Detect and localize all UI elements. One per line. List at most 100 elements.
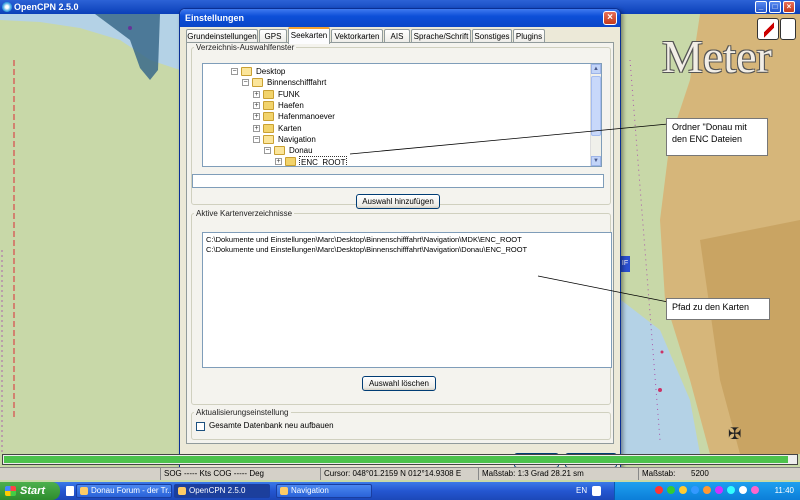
path-annotation: Pfad zu den Karten bbox=[666, 298, 770, 320]
help-icon[interactable] bbox=[592, 486, 601, 496]
dialog-titlebar[interactable]: Einstellungen × bbox=[180, 9, 620, 27]
tray-icon-9[interactable] bbox=[751, 486, 759, 494]
tree-node-label: Binnenschifffahrt bbox=[267, 78, 327, 88]
expand-icon[interactable]: + bbox=[253, 113, 260, 121]
taskbar-item-label: OpenCPN 2.5.0 bbox=[189, 486, 246, 495]
path-annotation-text: Pfad zu den Karten bbox=[672, 302, 750, 312]
tray-icon-6[interactable] bbox=[715, 486, 723, 494]
clock[interactable]: 11:40 bbox=[775, 482, 794, 500]
status-bar: SOG ----- Kts COG ----- Deg Cursor: 048°… bbox=[0, 467, 800, 480]
scroll-thumb[interactable] bbox=[591, 76, 601, 136]
tray-icon-5[interactable] bbox=[703, 486, 711, 494]
expand-icon[interactable]: + bbox=[275, 158, 282, 166]
start-label: Start bbox=[20, 485, 46, 497]
status-scale-info: Maßstab: 1:3 Grad 28.21 sm bbox=[478, 468, 638, 480]
tree-node-label: Desktop bbox=[256, 67, 286, 76]
scroll-up-icon[interactable]: ▲ bbox=[591, 64, 601, 74]
tray-icon-4[interactable] bbox=[691, 486, 699, 494]
taskbar-item-label: Donau Forum - der Tr... bbox=[91, 486, 172, 495]
add-selection-button[interactable]: Auswahl hinzufügen bbox=[356, 194, 440, 209]
taskbar-item[interactable]: OpenCPN 2.5.0 bbox=[174, 484, 270, 498]
tab-sprache-schrift[interactable]: Sprache/Schrift bbox=[411, 29, 471, 43]
tab-gps[interactable]: GPS bbox=[259, 29, 287, 43]
tab-vektorkarten[interactable]: Vektorkarten bbox=[331, 29, 383, 43]
north-up-compass-icon[interactable] bbox=[757, 18, 779, 40]
window-icon bbox=[178, 487, 186, 495]
collapse-icon[interactable]: − bbox=[231, 68, 238, 75]
chart-tag-icon: IF bbox=[620, 256, 630, 272]
settings-dialog: Einstellungen × Grundeinstellungen GPS See… bbox=[179, 8, 621, 472]
folder-icon bbox=[241, 67, 252, 76]
app-title: OpenCPN 2.5.0 bbox=[14, 2, 79, 12]
tree-node-label: Haefen bbox=[278, 100, 304, 110]
tab-ais[interactable]: AIS bbox=[384, 29, 410, 43]
clear-selection-button[interactable]: Auswahl löschen bbox=[362, 376, 436, 391]
folder-annotation-text: Ordner "Donau mit den ENC Dateien bbox=[672, 122, 747, 144]
system-tray: 11:40 bbox=[614, 482, 800, 500]
start-button[interactable]: Start bbox=[0, 482, 60, 500]
tray-icon-8[interactable] bbox=[739, 486, 747, 494]
progress-bar bbox=[2, 454, 798, 465]
folder-icon bbox=[263, 89, 274, 99]
tray-icon-1[interactable] bbox=[655, 486, 663, 494]
tree-node-label: Navigation bbox=[278, 134, 316, 144]
dir-chooser-legend: Verzeichnis-Auswahlfenster bbox=[196, 43, 295, 52]
collapse-icon[interactable]: − bbox=[242, 79, 249, 87]
status-sog-cog: SOG ----- Kts COG ----- Deg bbox=[160, 468, 320, 480]
collapse-icon[interactable]: − bbox=[264, 147, 271, 155]
tab-sonstiges[interactable]: Sonstiges bbox=[472, 29, 512, 43]
tree-node-label: ENC_ROOT bbox=[299, 156, 348, 166]
depth-unit-label: Meter bbox=[662, 31, 772, 82]
compass-rose-icon: ✠ bbox=[728, 426, 742, 443]
language-indicator[interactable]: EN bbox=[576, 482, 587, 500]
folder-annotation: Ordner "Donau mit den ENC Dateien bbox=[666, 118, 768, 156]
status-scale-value: 5200 bbox=[691, 469, 709, 478]
tray-icon-2[interactable] bbox=[667, 486, 675, 494]
update-settings-legend: Aktualisierungseinstellung bbox=[196, 408, 289, 417]
dialog-body: Grundeinstellungen GPS Seekarten Vektorkart… bbox=[183, 27, 617, 468]
taskbar-item[interactable]: Navigation bbox=[276, 484, 372, 498]
collapse-icon[interactable]: − bbox=[253, 135, 260, 143]
maximize-button[interactable]: □ bbox=[769, 1, 781, 13]
opencpn-icon bbox=[2, 2, 12, 12]
progress-fill bbox=[4, 456, 789, 463]
minimize-button[interactable]: _ bbox=[755, 1, 767, 13]
directory-tree[interactable]: ▲ ▼ − Desktop − Binnenschifffahrt + FUNK + Haef… bbox=[202, 63, 602, 167]
taskbar-item[interactable]: Donau Forum - der Tr... bbox=[76, 484, 172, 498]
tree-node-label: Donau bbox=[289, 146, 313, 156]
tree-scrollbar[interactable]: ▲ ▼ bbox=[590, 64, 601, 166]
active-dirs-legend: Aktive Kartenverzeichnisse bbox=[196, 209, 293, 218]
scroll-down-icon[interactable]: ▼ bbox=[591, 156, 601, 166]
tab-grundeinstellungen[interactable]: Grundeinstellungen bbox=[186, 29, 258, 43]
folder-icon bbox=[263, 134, 274, 144]
rebuild-db-label: Gesamte Datenbank neu aufbauen bbox=[209, 421, 334, 430]
active-dirs-group: Aktive Kartenverzeichnisse C:\Dokumente … bbox=[191, 209, 612, 405]
tree-node-label: Karten bbox=[278, 123, 302, 133]
tray-icon-3[interactable] bbox=[679, 486, 687, 494]
folder-icon bbox=[263, 123, 274, 133]
dialog-close-button[interactable]: × bbox=[603, 11, 617, 25]
tray-icon-7[interactable] bbox=[727, 486, 735, 494]
tab-seekarten[interactable]: Seekarten bbox=[288, 27, 330, 44]
quick-launch-icon[interactable] bbox=[66, 486, 74, 496]
dialog-title: Einstellungen bbox=[185, 13, 245, 23]
active-dir-item[interactable]: C:\Dokumente und Einstellungen\Marc\Desk… bbox=[206, 235, 522, 245]
active-dirs-list[interactable]: C:\Dokumente und Einstellungen\Marc\Desk… bbox=[202, 232, 612, 368]
folder-icon bbox=[285, 157, 296, 166]
taskbar-item-label: Navigation bbox=[291, 486, 329, 495]
dir-chooser-group: Verzeichnis-Auswahlfenster ▲ ▼ − Desktop −… bbox=[191, 43, 611, 209]
app-close-button[interactable]: × bbox=[783, 1, 795, 13]
selected-path-input[interactable] bbox=[192, 174, 604, 188]
tab-plugins[interactable]: Plugins bbox=[513, 29, 545, 43]
active-dir-item[interactable]: C:\Dokumente und Einstellungen\Marc\Desk… bbox=[206, 245, 527, 255]
folder-icon bbox=[252, 78, 263, 88]
expand-icon[interactable]: + bbox=[253, 90, 260, 98]
expand-icon[interactable]: + bbox=[253, 124, 260, 132]
rebuild-db-checkbox[interactable] bbox=[196, 422, 205, 431]
update-settings-group: Aktualisierungseinstellung Gesamte Daten… bbox=[191, 408, 611, 440]
windows-logo-icon bbox=[5, 486, 16, 496]
taskbar: Start Donau Forum - der Tr... OpenCPN 2.5… bbox=[0, 482, 800, 500]
folder-icon bbox=[263, 100, 274, 110]
expand-icon[interactable]: + bbox=[253, 101, 260, 109]
chart-tool-icon[interactable] bbox=[780, 18, 796, 40]
